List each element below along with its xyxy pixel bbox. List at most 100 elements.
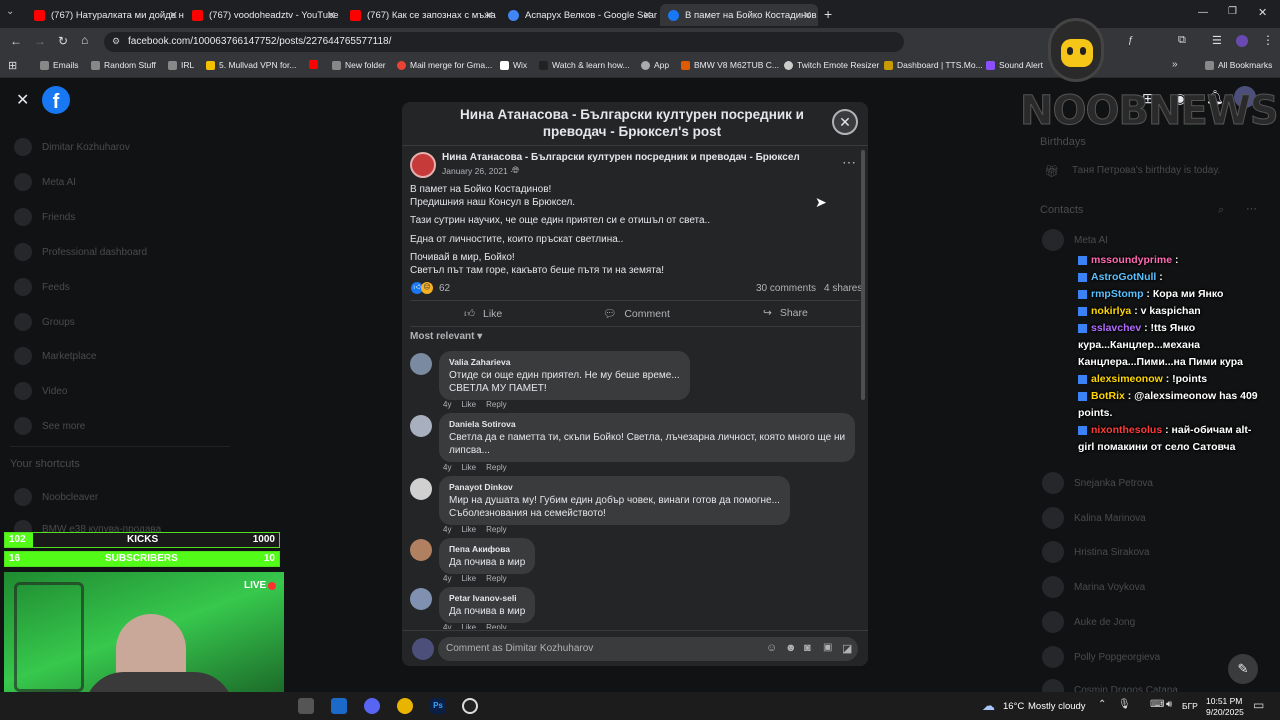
comment-button[interactable]: 💬︎ Comment [603,307,670,321]
comment-age[interactable]: 4y [443,574,451,583]
apps-grid-icon[interactable]: ⊞ [8,59,17,72]
comment-like-link[interactable]: Like [461,574,476,583]
close-icon[interactable]: ✕ [643,9,652,22]
bookmark-mullvad[interactable]: 5. Mullvad VPN for... [206,60,296,70]
emoji-icon[interactable]: ☻ [785,642,797,654]
close-icon[interactable]: ✕ [169,9,178,22]
sticker-icon[interactable]: ◪ [842,642,852,655]
sort-dropdown[interactable]: Most relevant ▾ [410,331,482,342]
sidebar-item-see-more[interactable]: See more [14,417,85,435]
discord-icon[interactable] [364,698,380,714]
comment-like-link[interactable]: Like [461,525,476,534]
shortcut-item[interactable]: Noobcleaver [14,488,98,506]
comment-age[interactable]: 4y [443,463,451,472]
all-bookmarks[interactable]: All Bookmarks [1205,60,1272,70]
comment-reply-link[interactable]: Reply [486,574,506,583]
author-name[interactable]: Нина Атанасова - Български културен поср… [442,152,800,163]
comments-count[interactable]: 30 comments [756,283,816,294]
bookmark-app[interactable]: App [641,60,669,70]
site-info-icon[interactable]: ⚙ [112,36,120,47]
shares-count[interactable]: 4 shares [824,283,862,294]
extensions-puzzle-icon[interactable]: ⧉ [1178,34,1186,47]
browser-tab-1[interactable]: (767) Натуралката ми дойде н ✕ [26,4,184,26]
bookmark-sound-alert[interactable]: Sound Alert [986,60,1043,70]
contact-item[interactable]: Marina Voykova [1042,576,1145,598]
comment-reply-link[interactable]: Reply [486,525,506,534]
bookmark-irl[interactable]: IRL [168,60,194,70]
bookmark-random[interactable]: Random Stuff [91,60,156,70]
comment-like-link[interactable]: Like [461,623,476,629]
browser-tab-4[interactable]: Аспарух Велков - Google Sear ✕ [500,4,658,26]
photoshop-icon[interactable]: Ps [430,698,446,714]
window-close-button[interactable]: ✕ [1258,6,1267,19]
share-button[interactable]: ↪ Share [763,307,808,319]
microphone-icon[interactable]: 🎙︎ [1118,699,1131,710]
comment-reply-link[interactable]: Reply [486,400,506,409]
menu-icon[interactable]: ⋮ [1262,33,1274,47]
comment-age[interactable]: 4y [443,400,451,409]
comment-reply-link[interactable]: Reply [486,623,506,629]
avatar-sticker-icon[interactable]: ☺ [766,642,777,654]
comment-reply-link[interactable]: Reply [486,463,506,472]
network-icon[interactable]: ⌨ [1150,699,1164,710]
close-icon[interactable]: ✕ [485,9,494,22]
search-icon[interactable]: ⌕ [1218,204,1224,217]
camera-icon[interactable]: ◙ [804,642,811,654]
notification-center-icon[interactable]: ▭ [1253,698,1264,712]
sidebar-item-dashboard[interactable]: Professional dashboard [14,243,147,261]
bookmark-youtube[interactable] [309,60,322,69]
commenter-avatar[interactable] [410,478,432,500]
scrollbar[interactable] [861,150,865,400]
bookmark-new-folder[interactable]: New folder [332,60,386,70]
tab-list-icon[interactable]: ☰ [1212,34,1222,47]
browser-tab-5[interactable]: В памет на Бойко Костадинов ✕ [660,4,818,26]
comment-input[interactable]: Comment as Dimitar Kozhuharov ☺ ☻ ◙ ▣ ◪ [438,637,858,661]
clock-date[interactable]: 9/20/2025 [1206,707,1244,717]
bookmark-dashboard[interactable]: Dashboard | TTS.Mo... [884,60,983,70]
gif-icon[interactable]: ▣ [823,642,832,653]
contact-item[interactable]: Polly Popgeorgieva [1042,646,1160,668]
bookmark-emails[interactable]: Emails [40,60,79,70]
bookmark-wix[interactable]: Wix [500,60,527,70]
steam-icon[interactable] [331,698,347,714]
profile-avatar[interactable] [1236,35,1248,47]
sidebar-item-video[interactable]: Video [14,382,67,400]
commenter-name[interactable]: Petar Ivanov-seli [449,592,525,605]
extension-icon[interactable]: ƒ [1128,35,1134,46]
commenter-name[interactable]: Пепа Акифова [449,543,525,556]
modal-close-button[interactable]: ✕ [832,109,858,135]
contact-item[interactable]: Kalina Marinova [1042,507,1146,529]
commenter-name[interactable]: Daniela Sotirova [449,418,845,431]
commenter-avatar[interactable] [410,588,432,610]
sidebar-item-marketplace[interactable]: Marketplace [14,347,96,365]
contact-item[interactable]: Hristina Sirakova [1042,541,1150,563]
like-button[interactable]: 👍︎ Like [464,307,502,321]
tab-search-icon[interactable]: ⌄ [6,6,14,17]
tray-arrow-icon[interactable]: ⌃ [1098,699,1106,710]
clock-time[interactable]: 10:51 PM [1206,696,1242,706]
more-options-icon[interactable]: ⋯ [1246,202,1257,215]
weather-text[interactable]: Mostly cloudy [1028,701,1086,712]
comment-like-link[interactable]: Like [461,463,476,472]
more-bookmarks-icon[interactable]: » [1172,59,1178,70]
reload-icon[interactable]: ↻ [58,34,68,48]
contact-item[interactable]: Auke de Jong [1042,611,1135,633]
language-indicator[interactable]: БГР [1182,701,1198,711]
sidebar-user[interactable]: Dimitar Kozhuharov [14,138,130,156]
commenter-avatar[interactable] [410,539,432,561]
home-icon[interactable]: ⌂ [81,33,88,47]
obs-icon[interactable] [462,698,478,714]
minimize-button[interactable]: — [1198,7,1208,18]
browser-tab-2[interactable]: (767) voodoheadztv - YouTube ✕ [184,4,342,26]
post-date[interactable]: January 26, 2021 · [442,166,513,176]
close-icon[interactable]: ✕ [803,9,812,22]
sidebar-item-meta-ai[interactable]: Meta AI [14,173,76,191]
taskbar-app-icon[interactable] [298,698,314,714]
new-tab-button[interactable]: + [824,6,832,22]
sidebar-item-feeds[interactable]: Feeds [14,278,70,296]
comment-age[interactable]: 4y [443,525,451,534]
commenter-avatar[interactable] [410,415,432,437]
more-options-icon[interactable]: ⋯ [842,154,856,171]
author-avatar[interactable] [410,152,436,178]
browser-tab-3[interactable]: (767) Как се запознах с мъжа ✕ [342,4,500,26]
